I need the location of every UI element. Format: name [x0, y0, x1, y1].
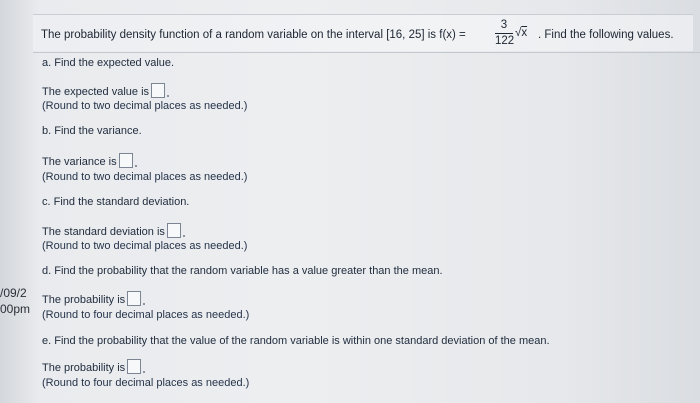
density-fraction: 3 122 — [495, 19, 515, 47]
part-e-hint: (Round to four decimal places as needed.… — [42, 377, 250, 389]
fraction-numerator: 3 — [500, 19, 508, 31]
part-c-answer-label: The standard deviation is — [42, 226, 165, 238]
part-e-answer-input[interactable] — [127, 359, 142, 374]
part-d-answer-input[interactable] — [127, 291, 142, 306]
part-c-hint: (Round to two decimal places as needed.) — [42, 240, 248, 252]
part-e-answer-row: The probability is — [42, 359, 146, 374]
part-b-input-marker — [134, 165, 137, 167]
homework-page: /09/2 00pm The probability density funct… — [0, 0, 700, 403]
part-d-input-marker — [143, 303, 146, 305]
square-root: √x — [515, 27, 527, 39]
part-a-input-marker — [167, 95, 170, 97]
part-b-hint: (Round to two decimal places as needed.) — [42, 171, 248, 183]
date-fragment: /09/2 — [0, 286, 27, 300]
part-b-title: b. Find the variance. — [42, 125, 142, 137]
part-b-answer-label: The variance is — [42, 156, 117, 168]
question-suffix: . Find the following values. — [538, 29, 674, 41]
part-a-answer-label: The expected value is — [42, 86, 150, 98]
fraction-bar — [495, 33, 513, 34]
question-header: The probability density function of a ra… — [33, 14, 693, 51]
part-c-input-marker — [182, 235, 185, 237]
part-d-hint: (Round to four decimal places as needed.… — [42, 309, 250, 321]
part-c-answer-input[interactable] — [166, 223, 181, 238]
part-b-answer-input[interactable] — [118, 153, 133, 168]
part-e-title: e. Find the probability that the value o… — [42, 335, 550, 347]
part-d-answer-label: The probability is — [42, 294, 126, 306]
part-e-input-marker — [143, 371, 146, 373]
part-a-answer-row: The expected value is — [42, 83, 170, 98]
part-c-answer-row: The standard deviation is — [42, 223, 185, 238]
radicand: x — [521, 27, 528, 39]
part-a-answer-input[interactable] — [151, 83, 166, 98]
time-fragment: 00pm — [0, 302, 31, 316]
part-a-title: a. Find the expected value. — [42, 57, 175, 69]
fraction-denominator: 122 — [495, 35, 515, 47]
part-d-title: d. Find the probability that the random … — [42, 265, 443, 277]
part-e-answer-label: The probability is — [42, 362, 126, 374]
left-edge-timestamp: /09/2 00pm — [0, 276, 42, 326]
part-d-answer-row: The probability is — [42, 291, 146, 306]
part-c-title: c. Find the standard deviation. — [42, 196, 190, 208]
question-prefix: The probability density function of a ra… — [41, 29, 466, 41]
header-divider — [33, 52, 700, 53]
part-b-answer-row: The variance is — [42, 153, 137, 168]
part-a-hint: (Round to two decimal places as needed.) — [42, 100, 248, 112]
